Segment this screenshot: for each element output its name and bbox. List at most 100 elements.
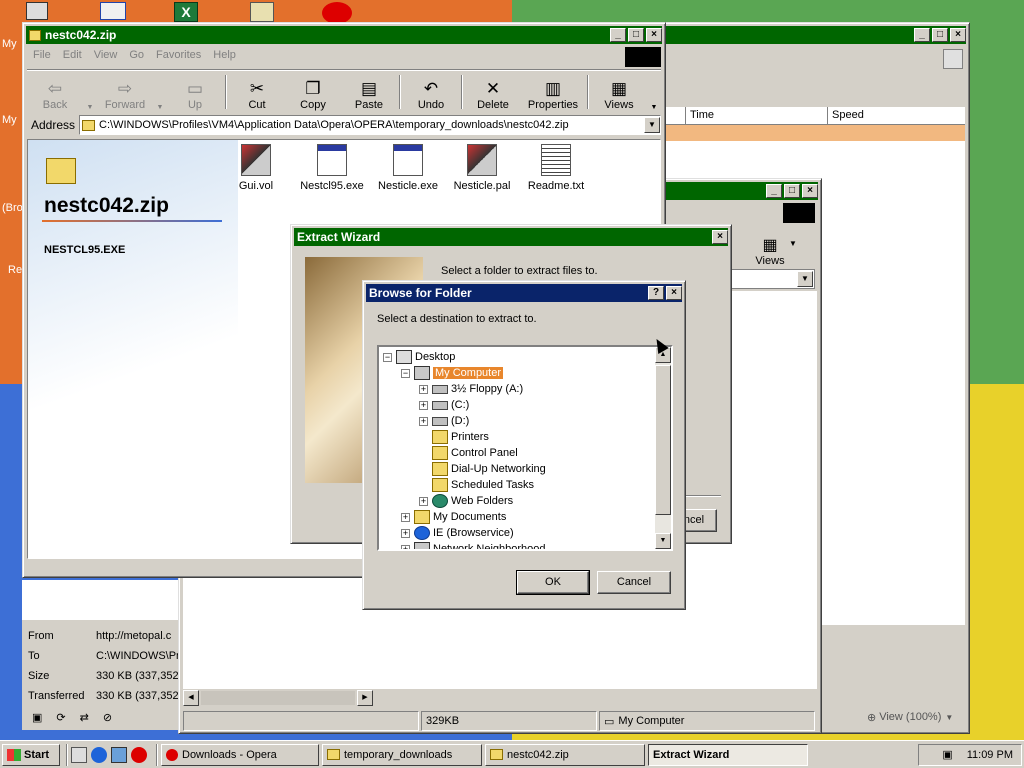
start-button[interactable]: Start bbox=[2, 743, 60, 766]
column-header-time[interactable]: Time bbox=[685, 107, 827, 124]
tray-network-icon[interactable]: ▣ bbox=[942, 748, 952, 761]
task-nestc042-zip[interactable]: nestc042.zip bbox=[485, 743, 645, 766]
expand-toggle[interactable]: + bbox=[419, 384, 428, 394]
paste-button[interactable]: ▤ Paste bbox=[341, 71, 397, 113]
file-item[interactable]: Readme.txt bbox=[516, 144, 596, 192]
menu-edit[interactable]: Edit bbox=[57, 49, 88, 61]
address-field[interactable]: C:\WINDOWS\Profiles\VM4\Application Data… bbox=[79, 115, 661, 135]
clock[interactable]: 11:09 PM bbox=[967, 749, 1013, 761]
forward-button[interactable]: ⇨ Forward bbox=[97, 71, 153, 113]
close-button[interactable]: × bbox=[646, 28, 662, 42]
close-button[interactable]: × bbox=[666, 286, 682, 300]
desktop-mail-icon[interactable] bbox=[100, 2, 126, 20]
edit-quicklaunch-icon[interactable] bbox=[71, 746, 87, 763]
ie-quicklaunch-icon[interactable] bbox=[91, 746, 107, 763]
collapse-toggle[interactable]: − bbox=[401, 368, 410, 378]
views-button[interactable]: ▦ Views bbox=[591, 71, 647, 113]
tree-item-c-drive[interactable]: + (C:) bbox=[419, 397, 469, 413]
file-item[interactable]: Gui.vol bbox=[216, 144, 296, 192]
tree-item-desktop[interactable]: − Desktop bbox=[383, 349, 455, 365]
tree-item-d-drive[interactable]: + (D:) bbox=[419, 413, 469, 429]
tree-item-printers[interactable]: Printers bbox=[432, 429, 489, 445]
maximize-button[interactable]: □ bbox=[932, 28, 948, 42]
tree-item-dialup[interactable]: Dial-Up Networking bbox=[432, 461, 546, 477]
file-item[interactable]: Nesticle.pal bbox=[442, 144, 522, 192]
tree-item-network-neighborhood[interactable]: + Network Neighborhood bbox=[401, 541, 546, 549]
scroll-thumb[interactable] bbox=[655, 365, 671, 515]
close-button[interactable]: × bbox=[950, 28, 966, 42]
minimize-button[interactable]: _ bbox=[766, 184, 782, 198]
forward-dropdown[interactable]: ▼ bbox=[153, 71, 167, 113]
task-downloads-opera[interactable]: Downloads - Opera bbox=[161, 743, 319, 766]
delete-button[interactable]: ✕ Delete bbox=[465, 71, 521, 113]
menu-help[interactable]: Help bbox=[207, 49, 242, 61]
desktop-scheduler-icon[interactable] bbox=[250, 2, 274, 22]
file-item[interactable]: Nestcl95.exe bbox=[292, 144, 372, 192]
opera-menu-icon[interactable] bbox=[943, 49, 963, 69]
desktop-opera-icon[interactable] bbox=[322, 2, 352, 24]
tree-item-my-documents[interactable]: + My Documents bbox=[401, 509, 506, 525]
up-button[interactable]: ▭ Up bbox=[167, 71, 223, 113]
folder-tree[interactable]: − Desktop − My Computer + 3½ Floppy (A:)… bbox=[377, 345, 673, 551]
browse-titlebar[interactable]: Browse for Folder ? × bbox=[366, 284, 682, 302]
chevron-down-icon[interactable]: ▼ bbox=[644, 117, 660, 133]
desktop-excel-icon[interactable]: X bbox=[174, 2, 198, 22]
maximize-button[interactable]: □ bbox=[784, 184, 800, 198]
task-extract-wizard[interactable]: Extract Wizard bbox=[648, 743, 808, 766]
scroll-left-arrow[interactable]: ◀ bbox=[183, 690, 199, 706]
minimize-button[interactable]: _ bbox=[914, 28, 930, 42]
menu-view[interactable]: View bbox=[88, 49, 124, 61]
reload-icon[interactable]: ⟳ bbox=[56, 711, 65, 724]
horizontal-scrollbar[interactable]: ◀ ▶ bbox=[183, 689, 373, 707]
help-button[interactable]: ? bbox=[648, 286, 664, 300]
stop-icon[interactable]: ⊘ bbox=[103, 711, 112, 724]
chevron-down-icon[interactable]: ▼ bbox=[797, 271, 813, 287]
desktop-computer-icon[interactable] bbox=[26, 2, 48, 20]
close-button[interactable]: × bbox=[802, 184, 818, 198]
cut-button[interactable]: ✂ Cut bbox=[229, 71, 285, 113]
properties-button[interactable]: ▥ Properties bbox=[521, 71, 585, 113]
minimize-button[interactable]: _ bbox=[610, 28, 626, 42]
views-dropdown[interactable]: ▼ bbox=[647, 71, 661, 113]
network-icon[interactable]: ⇄ bbox=[80, 711, 89, 724]
expand-toggle[interactable]: + bbox=[419, 416, 428, 426]
back-button[interactable]: ⇦ Back bbox=[27, 71, 83, 113]
panel-toggle-icon[interactable]: ▣ bbox=[32, 711, 42, 724]
cancel-button[interactable]: Cancel bbox=[597, 571, 671, 594]
chevron-down-icon[interactable]: ▼ bbox=[789, 239, 797, 248]
scroll-thumb[interactable] bbox=[201, 691, 355, 705]
tree-item-ie-browservice[interactable]: + IE (Browservice) bbox=[401, 525, 514, 541]
expand-toggle[interactable]: + bbox=[419, 400, 428, 410]
task-temporary-downloads[interactable]: temporary_downloads bbox=[322, 743, 482, 766]
extract-wizard-titlebar[interactable]: Extract Wizard × bbox=[294, 228, 728, 246]
scroll-right-arrow[interactable]: ▶ bbox=[357, 690, 373, 706]
expand-toggle[interactable]: + bbox=[401, 544, 410, 549]
collapse-toggle[interactable]: − bbox=[383, 352, 392, 362]
zip-explorer-titlebar[interactable]: nestc042.zip _ □ × bbox=[26, 26, 662, 44]
expand-toggle[interactable]: + bbox=[419, 496, 428, 506]
tree-item-scheduled-tasks[interactable]: Scheduled Tasks bbox=[432, 477, 534, 493]
expand-toggle[interactable]: + bbox=[401, 512, 410, 522]
maximize-button[interactable]: □ bbox=[628, 28, 644, 42]
expand-toggle[interactable]: + bbox=[401, 528, 410, 538]
desktop-quicklaunch-icon[interactable] bbox=[111, 746, 127, 763]
ok-button[interactable]: OK bbox=[516, 570, 590, 595]
tree-item-web-folders[interactable]: + Web Folders bbox=[419, 493, 513, 509]
column-header-speed[interactable]: Speed bbox=[827, 107, 965, 124]
tree-item-my-computer[interactable]: − My Computer bbox=[401, 365, 504, 381]
menu-go[interactable]: Go bbox=[123, 49, 150, 61]
undo-button[interactable]: ↶ Undo bbox=[403, 71, 459, 113]
tree-item-control-panel[interactable]: Control Panel bbox=[432, 445, 518, 461]
file-item[interactable]: Nesticle.exe bbox=[368, 144, 448, 192]
scroll-down-arrow[interactable]: ▼ bbox=[655, 533, 671, 549]
menu-file[interactable]: File bbox=[27, 49, 57, 61]
opera-quicklaunch-icon[interactable] bbox=[131, 746, 147, 763]
copy-button[interactable]: ❐ Copy bbox=[285, 71, 341, 113]
menu-favorites[interactable]: Favorites bbox=[150, 49, 207, 61]
tree-label: Desktop bbox=[415, 351, 456, 363]
close-button[interactable]: × bbox=[712, 230, 728, 244]
back-dropdown[interactable]: ▼ bbox=[83, 71, 97, 113]
tree-item-floppy[interactable]: + 3½ Floppy (A:) bbox=[419, 381, 523, 397]
zoom-control[interactable]: ⊕ View (100%) ▼ bbox=[867, 707, 963, 727]
tree-vertical-scrollbar[interactable]: ▲ ▼ bbox=[655, 347, 671, 549]
